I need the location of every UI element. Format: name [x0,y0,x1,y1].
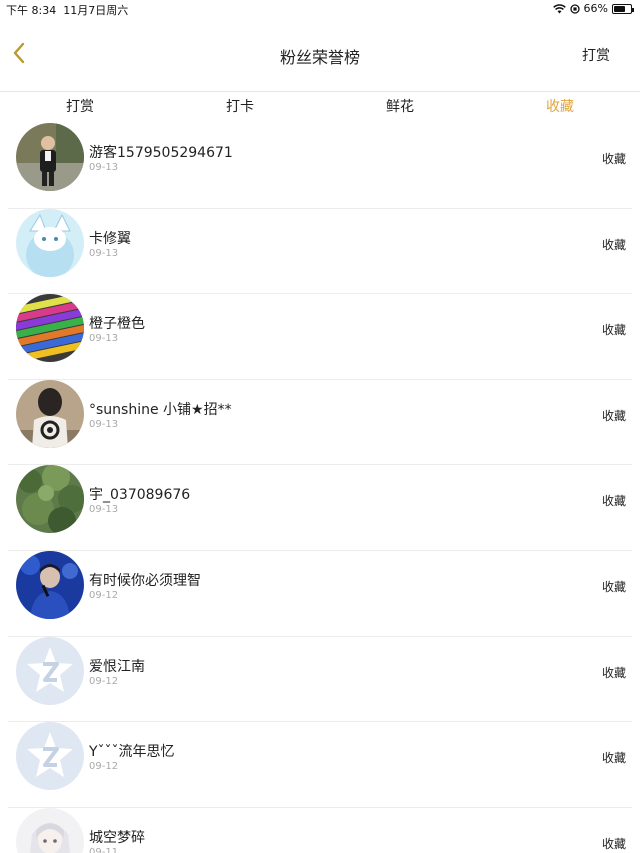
fan-name: 游客1579505294671 [89,145,233,161]
wifi-icon [552,3,566,13]
fan-name: 橙子橙色 [89,316,145,333]
list-item[interactable]: 爱恨江南 09-12 收藏 [8,636,632,723]
tab-bar: 打赏 打卡 鲜花 收藏 [0,91,640,123]
favorite-label: 收藏 [601,579,626,594]
tab-flowers[interactable]: 鲜花 [320,92,480,123]
status-bar: 下午 8:34 11月7日周六 66% [0,0,640,18]
fan-name: 有时候你必须理智 [89,572,201,589]
anime-wolf-icon[interactable] [16,208,84,277]
favorite-label: 收藏 [601,751,626,766]
fan-name: 爱恨江南 [89,658,145,675]
fan-name: °sunshine 小铺★招** [89,401,232,418]
fan-date: 09-11 [89,846,119,853]
list-item[interactable]: 城空梦碎 09-11 收藏 [8,807,632,853]
orientation-lock-icon [569,3,580,14]
crayons-icon[interactable] [16,294,84,363]
favorite-label: 收藏 [601,836,626,851]
favorite-label: 收藏 [601,408,626,423]
status-time: 下午 8:34 [6,4,57,17]
list-item[interactable]: °sunshine 小铺★招** 09-13 收藏 [8,379,632,466]
list-item[interactable]: 有时候你必须理智 09-12 收藏 [8,550,632,637]
fan-list: 游客1579505294671 09-13 收藏 卡修翼 09-13 收藏 橙子… [0,123,640,853]
default-star-icon[interactable] [16,636,84,705]
fan-date: 09-13 [89,418,119,430]
reward-button[interactable]: 打赏 [582,45,610,65]
favorite-label: 收藏 [601,152,626,166]
singer-icon[interactable] [16,550,84,619]
fan-name: 城空梦碎 [89,829,145,846]
navigation-bar: 粉丝荣誉榜 打赏 [0,18,640,90]
fan-date: 09-12 [89,761,119,773]
fan-date: 09-12 [89,675,119,687]
fan-name: 卡修翼 [89,230,131,247]
battery-fill [614,5,625,12]
battery-percent: 66% [583,2,608,15]
battery-icon [612,3,634,14]
list-item[interactable]: 卡修翼 09-13 收藏 [8,208,632,295]
photo-boy-icon[interactable] [16,123,84,191]
girl-back-icon[interactable] [16,379,84,448]
status-date: 11月7日周六 [63,4,129,17]
favorite-label: 收藏 [601,323,626,338]
list-item[interactable]: 游客1579505294671 09-13 收藏 [8,123,632,209]
fan-date: 09-12 [89,589,119,601]
page-title: 粉丝荣誉榜 [279,48,360,67]
tab-checkin[interactable]: 打卡 [160,92,320,123]
list-item[interactable]: Yˇˇˇ流年思忆 09-12 收藏 [8,722,632,808]
status-time-date: 下午 8:34 11月7日周六 [6,2,128,18]
fan-name: 宇_037089676 [89,487,191,504]
fan-date: 09-13 [89,333,119,345]
fan-date: 09-13 [89,162,119,173]
fan-date: 09-13 [89,247,119,259]
favorite-label: 收藏 [601,665,626,680]
fan-name: Yˇˇˇ流年思忆 [89,744,175,761]
fan-date: 09-13 [89,504,119,516]
anime-girl-icon[interactable] [16,807,84,853]
tab-favorites[interactable]: 收藏 [480,92,640,123]
tree-icon[interactable] [16,465,84,534]
favorite-label: 收藏 [601,494,626,509]
list-item[interactable]: 橙子橙色 09-13 收藏 [8,294,632,380]
default-star-icon[interactable] [16,722,84,791]
favorite-label: 收藏 [601,237,626,252]
status-indicators: 66% [552,2,634,15]
list-item[interactable]: 宇_037089676 09-13 收藏 [8,465,632,551]
tab-reward[interactable]: 打赏 [0,92,160,123]
